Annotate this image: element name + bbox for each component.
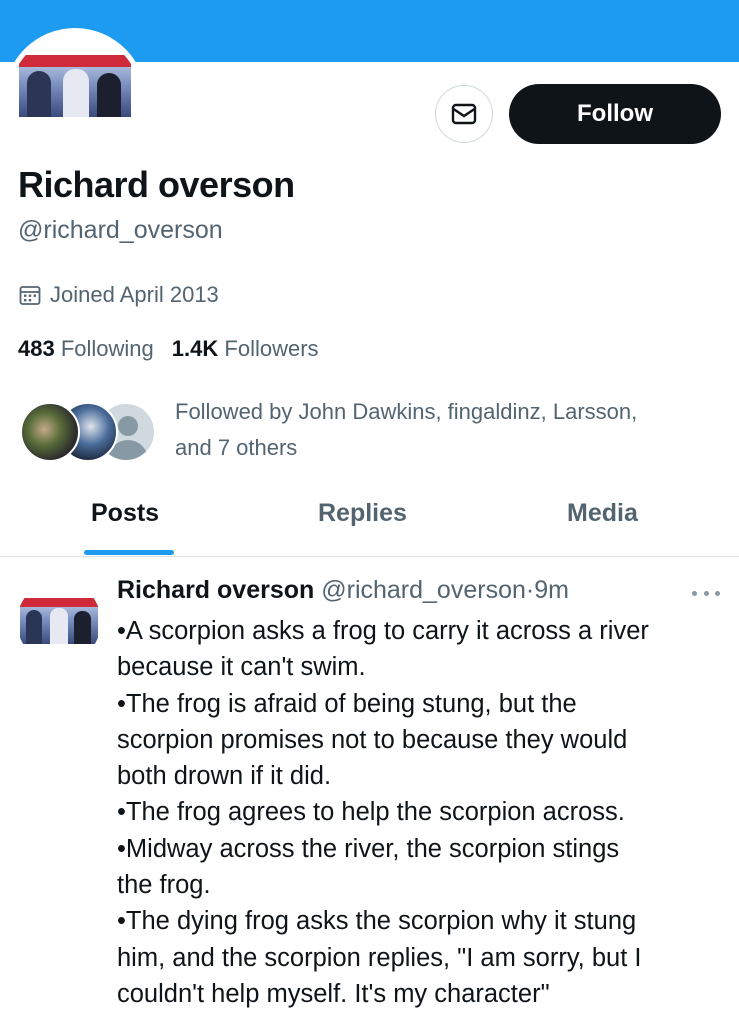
profile-handle: @richard_overson (18, 216, 223, 244)
tweet-header: Richard overson @richard_overson·9m (117, 576, 569, 605)
tweet-timestamp[interactable]: 9m (534, 576, 569, 604)
tweet-line: scorpion promises not to because they wo… (117, 725, 628, 754)
profile-tabs: Posts Replies Media (0, 485, 739, 557)
tweet-line: couldn't help myself. It's my character" (117, 979, 550, 1008)
active-tab-indicator (84, 550, 174, 555)
tweet-line: him, and the scorpion replies, "I am sor… (117, 943, 642, 972)
followers-link[interactable]: 1.4K Followers (172, 336, 319, 362)
tweet-separator: · (525, 576, 535, 604)
follow-button[interactable]: Follow (509, 84, 721, 144)
mail-icon (451, 103, 477, 125)
tweet-line: •The dying frog asks the scorpion why it… (117, 907, 637, 936)
followed-by[interactable]: Followed by John Dawkins, fingaldinz, La… (20, 392, 720, 472)
tweet-line: •Midway across the river, the scorpion s… (117, 834, 620, 863)
joined-date: Joined April 2013 (18, 282, 219, 308)
avatar-photo (19, 55, 131, 117)
message-button[interactable] (435, 85, 493, 143)
follow-stats: 483 Following 1.4K Followers (18, 336, 319, 362)
tweet-line: both drown if it did. (117, 762, 332, 791)
calendar-icon (19, 286, 41, 305)
profile-avatar[interactable] (4, 28, 146, 170)
tab-replies[interactable]: Replies (318, 499, 407, 528)
tweet-avatar[interactable] (17, 580, 101, 664)
joined-text: Joined April 2013 (50, 282, 219, 307)
tweet-line: •A scorpion asks a frog to carry it acro… (117, 617, 649, 645)
tweet-line: because it can't swim. (117, 653, 366, 682)
tab-media[interactable]: Media (567, 499, 638, 528)
tweet-line: •The frog agrees to help the scorpion ac… (117, 798, 625, 827)
display-name: Richard overson (18, 164, 295, 205)
tweet-line: the frog. (117, 871, 211, 900)
tweet-line: •The frog is afraid of being stung, but … (117, 689, 577, 718)
tweet-author-handle[interactable]: @richard_overson (321, 576, 526, 604)
more-icon[interactable] (692, 585, 720, 601)
tweet-author-name[interactable]: Richard overson (117, 576, 314, 604)
followed-by-text: Followed by John Dawkins, fingaldinz, La… (175, 399, 638, 460)
tab-posts[interactable]: Posts (91, 499, 159, 528)
follower-avatar (20, 402, 80, 462)
tweet-text: •A scorpion asks a frog to carry it acro… (117, 613, 727, 1012)
following-link[interactable]: 483 Following (18, 336, 154, 362)
